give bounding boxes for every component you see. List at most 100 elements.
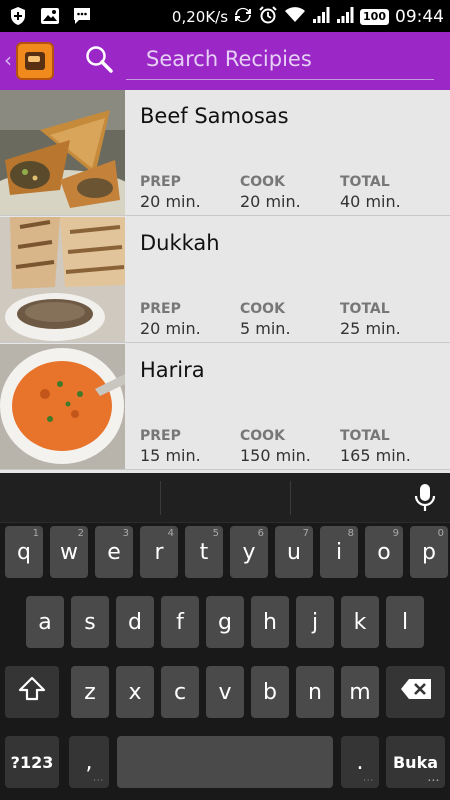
wifi-icon: [284, 6, 306, 28]
total-value: 25 min.: [340, 319, 401, 338]
key-j[interactable]: j: [296, 596, 334, 648]
search-icon[interactable]: [84, 44, 114, 78]
prep-info: PREP 15 min.: [140, 428, 201, 465]
key-hint: 5: [212, 528, 219, 539]
prep-value: 20 min.: [140, 319, 201, 338]
cook-info: COOK 150 min.: [240, 428, 311, 465]
key-n[interactable]: n: [296, 666, 334, 718]
key-q[interactable]: q1: [5, 526, 43, 578]
key-m[interactable]: m: [341, 666, 379, 718]
total-label: TOTAL: [340, 174, 390, 190]
key-hint: 6: [257, 528, 264, 539]
alarm-icon: [258, 5, 278, 29]
key-r[interactable]: r4: [140, 526, 178, 578]
key-v[interactable]: v: [206, 666, 244, 718]
key-hint: 4: [167, 528, 174, 539]
symbols-key[interactable]: ?123: [5, 736, 59, 788]
prep-label: PREP: [140, 428, 181, 444]
key-a[interactable]: a: [26, 596, 64, 648]
space-key[interactable]: [117, 736, 333, 788]
key-hint: 2: [77, 528, 84, 539]
signal-icon-2: [336, 6, 354, 28]
backspace-icon: [400, 678, 432, 706]
key-h[interactable]: h: [251, 596, 289, 648]
action-key[interactable]: Buka ···: [386, 736, 445, 788]
key-l[interactable]: l: [386, 596, 424, 648]
key-hint: 8: [347, 528, 354, 539]
key-label: t: [199, 539, 209, 565]
key-label: e: [107, 539, 121, 565]
comma-key[interactable]: , ···: [69, 736, 109, 788]
clock: 09:44: [395, 7, 444, 27]
action-key-label: Buka: [392, 752, 439, 772]
prep-info: PREP 20 min.: [140, 174, 201, 211]
total-info: TOTAL 165 min.: [340, 428, 411, 465]
total-value: 40 min.: [340, 192, 401, 211]
battery-icon: 100: [360, 9, 389, 25]
recipe-thumbnail-harira: [0, 344, 125, 469]
message-icon: [72, 6, 92, 26]
key-hint: 7: [302, 528, 309, 539]
net-speed: 0,20K/s: [171, 8, 229, 26]
key-d[interactable]: d: [116, 596, 154, 648]
key-hint: 9: [392, 528, 399, 539]
recipe-thumbnail-samosas: [0, 90, 125, 215]
key-more-dots: ···: [427, 776, 440, 785]
key-b[interactable]: b: [251, 666, 289, 718]
recipe-row[interactable]: Dukkah PREP 20 min. COOK 5 min. TOTAL 25…: [0, 217, 450, 343]
search-input[interactable]: [126, 40, 434, 78]
app-logo-icon[interactable]: [16, 42, 54, 80]
recipe-list: Beef Samosas PREP 20 min. COOK 20 min. T…: [0, 90, 450, 473]
comma-label: ,: [85, 749, 93, 775]
cook-value: 5 min.: [240, 319, 291, 338]
sync-icon: [234, 6, 252, 28]
period-key[interactable]: . ···: [341, 736, 379, 788]
shift-icon: [18, 675, 46, 709]
key-i[interactable]: i8: [320, 526, 358, 578]
key-c[interactable]: c: [161, 666, 199, 718]
key-u[interactable]: u7: [275, 526, 313, 578]
suggestion-strip: [0, 473, 450, 523]
prep-label: PREP: [140, 174, 181, 190]
microphone-icon[interactable]: [414, 483, 436, 517]
total-info: TOTAL 40 min.: [340, 174, 401, 211]
total-label: TOTAL: [340, 301, 390, 317]
key-o[interactable]: o9: [365, 526, 403, 578]
key-x[interactable]: x: [116, 666, 154, 718]
suggestion-divider: [290, 481, 291, 515]
recipe-row[interactable]: Harira PREP 15 min. COOK 150 min. TOTAL …: [0, 344, 450, 470]
shift-key[interactable]: [5, 666, 59, 718]
key-s[interactable]: s: [71, 596, 109, 648]
total-label: TOTAL: [340, 428, 390, 444]
key-label: u: [287, 539, 301, 565]
key-z[interactable]: z: [71, 666, 109, 718]
key-w[interactable]: w2: [50, 526, 88, 578]
recipe-row[interactable]: Beef Samosas PREP 20 min. COOK 20 min. T…: [0, 90, 450, 216]
recipe-title: Beef Samosas: [140, 104, 289, 128]
key-more-dots: ···: [93, 776, 104, 785]
key-e[interactable]: e3: [95, 526, 133, 578]
key-more-dots: ···: [363, 776, 374, 785]
key-label: q: [17, 539, 31, 565]
cook-info: COOK 20 min.: [240, 174, 301, 211]
key-k[interactable]: k: [341, 596, 379, 648]
prep-label: PREP: [140, 301, 181, 317]
back-chevron-icon[interactable]: ‹: [4, 48, 12, 72]
cook-value: 20 min.: [240, 192, 301, 211]
key-label: p: [422, 539, 436, 565]
action-bar: ‹: [0, 32, 450, 90]
key-f[interactable]: f: [161, 596, 199, 648]
search-field[interactable]: [126, 40, 434, 80]
key-y[interactable]: y6: [230, 526, 268, 578]
key-hint: 1: [32, 528, 39, 539]
key-g[interactable]: g: [206, 596, 244, 648]
key-p[interactable]: p0: [410, 526, 448, 578]
app-logo-highlight: [28, 56, 40, 62]
cook-value: 150 min.: [240, 446, 311, 465]
recipe-title: Harira: [140, 358, 205, 382]
key-t[interactable]: t5: [185, 526, 223, 578]
cook-label: COOK: [240, 301, 285, 317]
shield-plus-icon: [8, 6, 28, 26]
key-hint: 0: [437, 528, 444, 539]
backspace-key[interactable]: [386, 666, 445, 718]
